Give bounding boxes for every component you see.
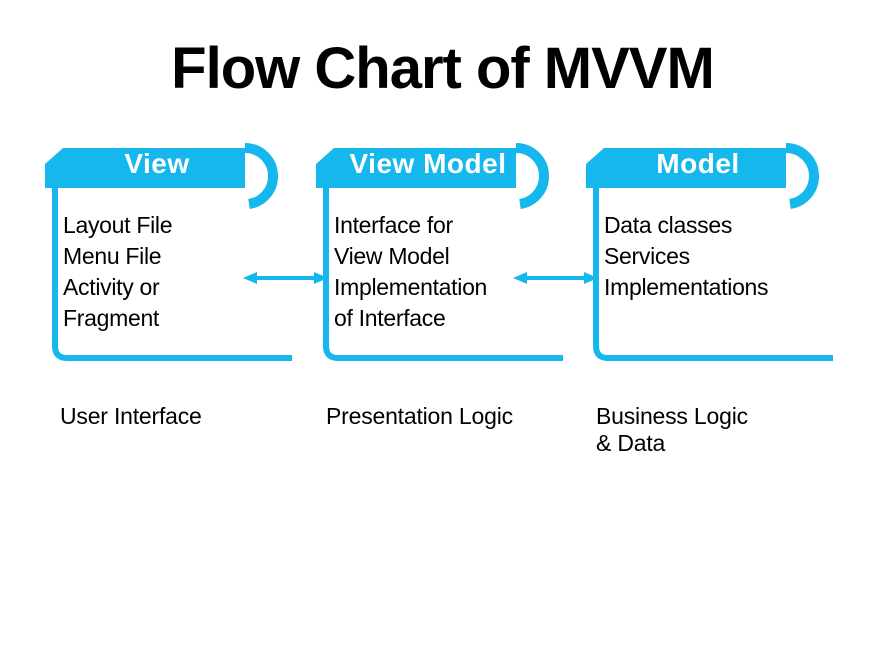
card-view-header-label: View (69, 140, 245, 188)
arrow-viewmodel-to-model (513, 276, 598, 280)
card-model-body: Data classes Services Implementations (586, 188, 836, 363)
card-model-header-label: Model (610, 140, 786, 188)
card-viewmodel-header: View Model (316, 140, 566, 188)
caption-view: User Interface (60, 403, 202, 430)
card-view-header: View (45, 140, 295, 188)
card-model-header: Model (586, 140, 836, 188)
card-viewmodel: View Model Interface for View Model Impl… (316, 140, 566, 363)
diagram-title: Flow Chart of MVVM (171, 35, 714, 102)
card-view: View Layout File Menu File Activity or F… (45, 140, 295, 363)
card-viewmodel-header-label: View Model (340, 140, 516, 188)
arrow-view-to-viewmodel (243, 276, 328, 280)
caption-viewmodel: Presentation Logic (326, 403, 513, 430)
caption-model: Business Logic & Data (596, 403, 748, 457)
card-model: Model Data classes Services Implementati… (586, 140, 836, 363)
card-model-body-text: Data classes Services Implementations (604, 210, 822, 303)
